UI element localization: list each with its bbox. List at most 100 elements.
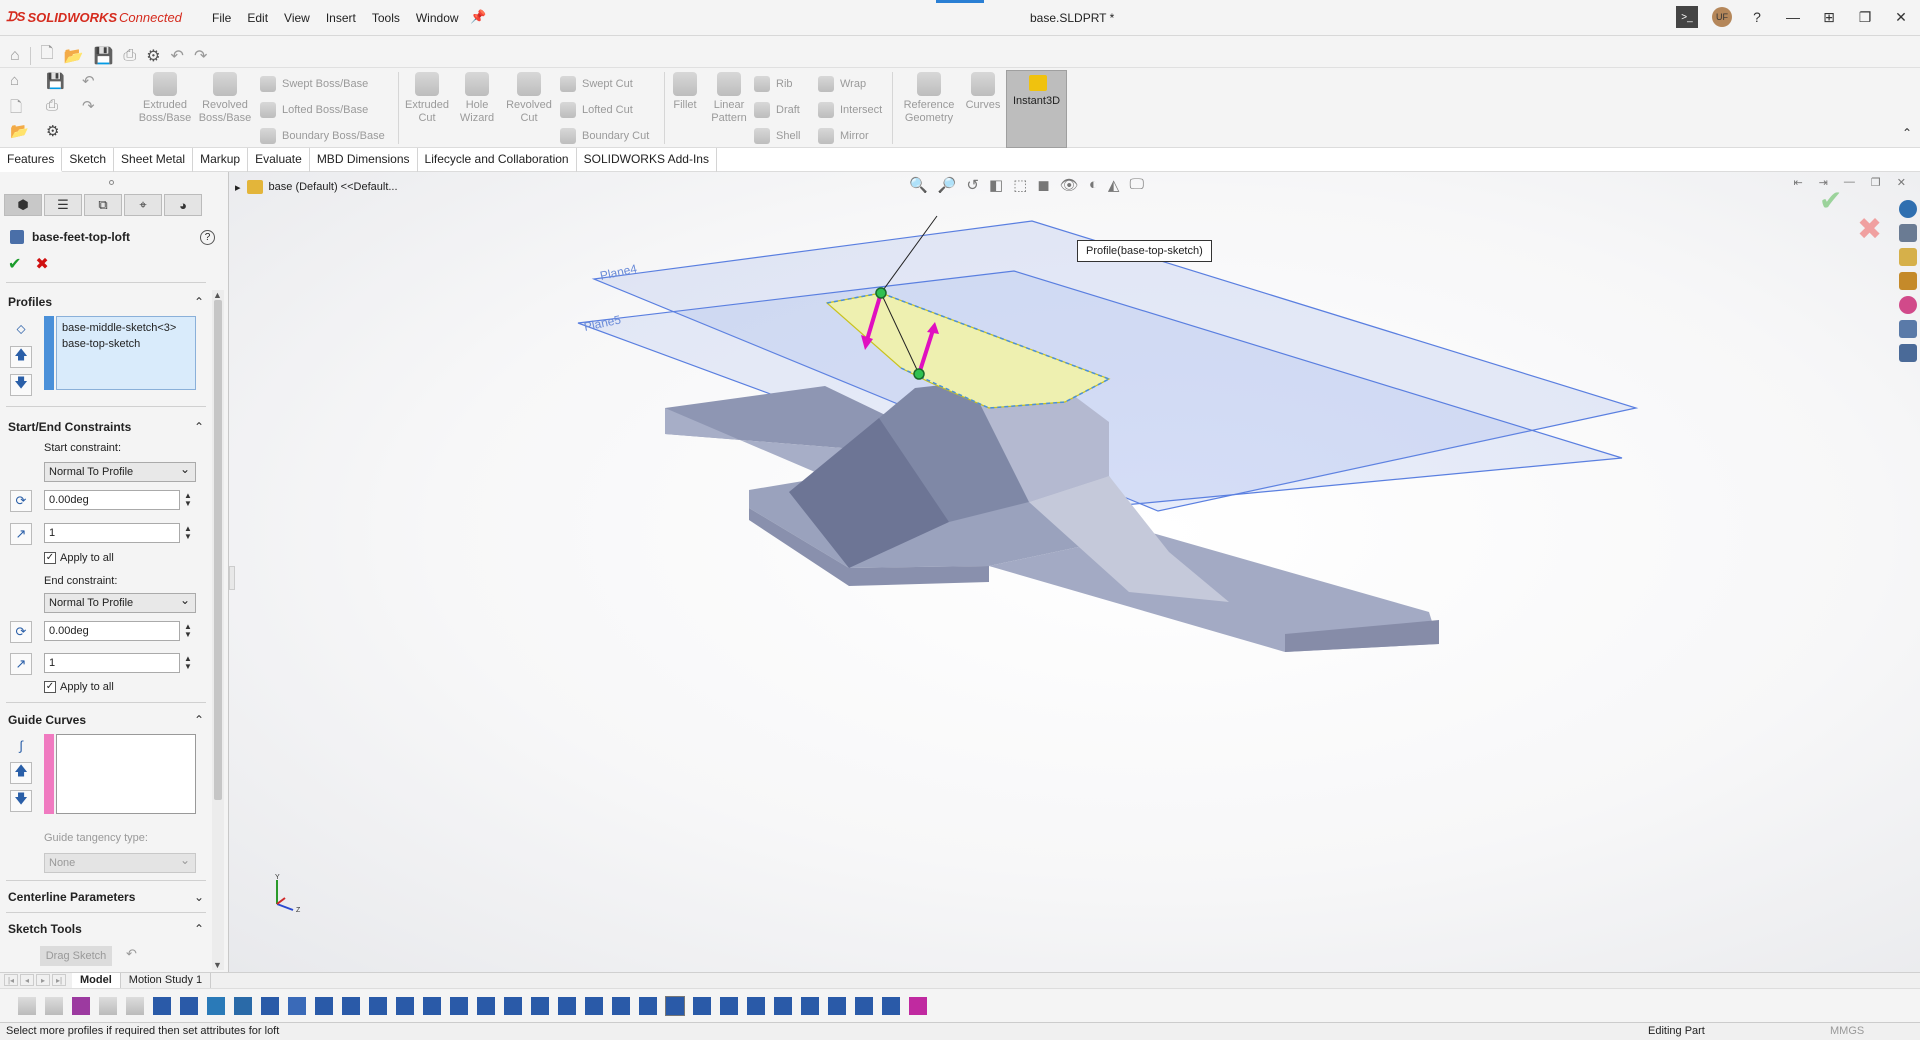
scroll-thumb[interactable] (214, 300, 222, 800)
tab-addins[interactable]: SOLIDWORKS Add-Ins (577, 148, 717, 172)
chevron-up-icon[interactable]: ⌃ (194, 922, 204, 936)
start-length-spinner[interactable]: ▲ ▼ (184, 525, 192, 541)
filter-dowel-pins-icon[interactable] (720, 997, 738, 1015)
chevron-up-icon[interactable]: ⌃ (194, 420, 204, 434)
panel-grip[interactable] (109, 180, 114, 185)
restore-icon[interactable]: ❐ (1854, 6, 1876, 28)
undo-sketch-icon[interactable]: ↶ (126, 946, 137, 962)
filter-clear-icon[interactable] (72, 997, 90, 1015)
instant3d-button[interactable]: Instant3D (1006, 70, 1067, 148)
filter-cursor-icon[interactable] (99, 997, 117, 1015)
mirror-button[interactable]: Mirror (818, 128, 869, 144)
collapse-ribbon-icon[interactable]: ⌃ (1902, 126, 1912, 140)
menu-edit[interactable]: Edit (247, 11, 268, 25)
options-gear-icon[interactable]: ⚙ (46, 122, 82, 147)
ok-check-icon[interactable]: ✔ (8, 254, 21, 274)
chevron-up-icon[interactable]: ⌃ (194, 295, 204, 309)
filter-sketch-segments-icon[interactable] (369, 997, 387, 1015)
chevron-down-icon[interactable]: ⌄ (194, 890, 204, 904)
menu-insert[interactable]: Insert (326, 11, 356, 25)
menu-file[interactable]: File (212, 11, 231, 25)
avatar[interactable]: UF (1712, 7, 1732, 27)
filter-hide-icon[interactable] (45, 997, 63, 1015)
chevron-up-icon[interactable]: ⌃ (194, 713, 204, 727)
filter-axes-icon[interactable] (288, 997, 306, 1015)
scroll-up-icon[interactable]: ▲ (213, 290, 222, 300)
menu-tools[interactable]: Tools (372, 11, 400, 25)
profile-callout[interactable]: Profile(base-top-sketch) (1077, 240, 1212, 262)
menu-window[interactable]: Window (416, 11, 459, 25)
filter-sketch-points-icon[interactable] (342, 997, 360, 1015)
filter-centerline-icon[interactable] (450, 997, 468, 1015)
start-constraint-select[interactable]: Normal To Profile (44, 462, 196, 482)
command-prompt-icon[interactable]: >_ (1676, 6, 1698, 28)
open-icon[interactable]: 📂 (64, 46, 84, 66)
filter-help-icon[interactable] (126, 997, 144, 1015)
start-angle-input[interactable]: 0.00deg (44, 490, 180, 510)
move-down-icon[interactable]: 🡇 (10, 374, 32, 396)
reference-geometry-button[interactable]: Reference Geometry (900, 72, 958, 144)
home-icon[interactable]: ⌂ (10, 72, 46, 97)
curves-button[interactable]: Curves (954, 72, 1012, 144)
undo-icon[interactable]: ↶ (82, 72, 118, 97)
tab-sheet-metal[interactable]: Sheet Metal (114, 148, 194, 172)
filter-edges-icon[interactable] (180, 997, 198, 1015)
model-view[interactable]: Plane4 Plane5 (229, 172, 1920, 972)
guide-tangency-select[interactable]: None (44, 853, 196, 873)
wrap-button[interactable]: Wrap (818, 76, 866, 92)
dimxpert-manager-tab[interactable]: ⌖ (124, 194, 162, 216)
drag-sketch-button[interactable]: Drag Sketch (40, 946, 112, 966)
linear-pattern-button[interactable]: Linear Pattern (700, 72, 758, 144)
intersect-button[interactable]: Intersect (818, 102, 882, 118)
open-icon[interactable]: 📂 (10, 122, 46, 147)
property-manager-tab[interactable]: ☰ (44, 194, 82, 216)
tab-features[interactable]: Features (0, 148, 63, 172)
print-icon[interactable]: ⎙ (46, 97, 82, 122)
constraints-section-header[interactable]: Start/End Constraints ⌃ (8, 420, 204, 434)
filter-magenta-icon[interactable] (909, 997, 927, 1015)
first-tab-icon[interactable]: |◂ (4, 974, 18, 986)
filter-notes-icon[interactable] (558, 997, 576, 1015)
app-logo[interactable]: ᗪS SOLIDWORKS Connected (6, 9, 182, 25)
grid-icon[interactable]: ⊞ (1818, 6, 1840, 28)
move-up-icon[interactable]: 🡅 (10, 346, 32, 368)
extruded-boss-button[interactable]: Extruded Boss/Base (136, 72, 194, 144)
boundary-cut-button[interactable]: Boundary Cut (560, 128, 649, 144)
checkbox-checked[interactable]: ✓ (44, 681, 56, 693)
redo-icon[interactable]: ↷ (194, 46, 207, 66)
tab-motion-study[interactable]: Motion Study 1 (121, 973, 212, 989)
draft-button[interactable]: Draft (754, 102, 800, 118)
feature-manager-tab[interactable]: ⬢ (4, 194, 42, 216)
minimize-icon[interactable]: — (1782, 6, 1804, 28)
filter-cosmetic-threads-icon[interactable] (665, 996, 685, 1016)
filter-mesh-vertices-icon[interactable] (855, 997, 873, 1015)
end-length-input[interactable]: 1 (44, 653, 180, 673)
swept-boss-button[interactable]: Swept Boss/Base (260, 76, 368, 92)
end-constraint-select[interactable]: Normal To Profile (44, 593, 196, 613)
lofted-boss-button[interactable]: Lofted Boss/Base (260, 102, 368, 118)
next-tab-icon[interactable]: ▸ (36, 974, 50, 986)
list-item[interactable]: base-middle-sketch<3> (62, 320, 190, 336)
connector-handle[interactable] (875, 287, 887, 299)
filter-balloons-icon[interactable] (585, 997, 603, 1015)
sketch-tools-section-header[interactable]: Sketch Tools ⌃ (8, 922, 204, 936)
filter-connection-points-icon[interactable] (747, 997, 765, 1015)
help-icon[interactable]: ? (200, 230, 215, 245)
end-angle-spinner[interactable]: ▲ ▼ (184, 623, 192, 639)
help-icon[interactable]: ? (1746, 6, 1768, 28)
filter-surface-bodies-icon[interactable] (234, 997, 252, 1015)
move-up-icon[interactable]: 🡅 (10, 762, 32, 784)
pin-icon[interactable]: 📌 (470, 9, 486, 25)
revolved-cut-button[interactable]: Revolved Cut (500, 72, 558, 144)
tab-markup[interactable]: Markup (193, 148, 249, 172)
unit-system[interactable]: MMGS (1830, 1025, 1864, 1037)
tab-lifecycle[interactable]: Lifecycle and Collaboration (418, 148, 577, 172)
tab-sketch[interactable]: Sketch (62, 148, 115, 172)
start-angle-spinner[interactable]: ▲ ▼ (184, 492, 192, 508)
hole-wizard-button[interactable]: Hole Wizard (448, 72, 506, 144)
new-document-icon[interactable]: 🗋 (41, 42, 54, 69)
tab-evaluate[interactable]: Evaluate (248, 148, 310, 172)
move-down-icon[interactable]: 🡇 (10, 790, 32, 812)
end-length-spinner[interactable]: ▲ ▼ (184, 655, 192, 671)
menu-view[interactable]: View (284, 11, 310, 25)
